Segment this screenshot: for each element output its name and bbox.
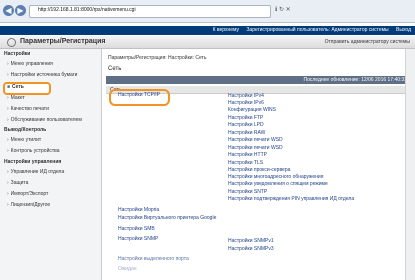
- proxy-link[interactable]: Настройки прокси-сервера: [228, 167, 290, 173]
- ftp-link[interactable]: Настройки FTP: [228, 115, 263, 121]
- wsd-link-1[interactable]: Настройки печати WSD: [228, 137, 283, 143]
- logout-link[interactable]: Выход: [396, 27, 411, 33]
- ipv6-link[interactable]: Настройки IPv6: [228, 100, 264, 106]
- top-bar-links: К верхнему Зарегистрированный пользовате…: [207, 27, 411, 33]
- snmpv1-link[interactable]: Настройки SNMPv1: [228, 238, 274, 244]
- smb-link[interactable]: Настройки SMB: [118, 226, 155, 232]
- back-button[interactable]: ◀: [3, 5, 14, 16]
- raw-link[interactable]: Настройки RAW: [228, 130, 265, 136]
- sleep-notify-link[interactable]: Настройки уведомления о спящем режиме: [228, 181, 328, 187]
- pin-dept-link[interactable]: Настройки подтверждения PIN управления И…: [228, 196, 354, 202]
- sidebar-item-utility-menu[interactable]: › Меню утилит: [7, 137, 41, 143]
- forward-button[interactable]: ▶: [15, 5, 26, 16]
- sidebar-item-device-control[interactable]: › Контроль устройства: [7, 148, 60, 154]
- http-link[interactable]: Настройки HTTP: [228, 152, 267, 158]
- page-title: Параметры/Регистрация: [20, 38, 106, 45]
- settings-gear-icon: [7, 38, 16, 47]
- scrollbar[interactable]: [405, 49, 415, 280]
- last-update-text: Последнее обновление: 12/06 2016 17:40:3…: [303, 77, 407, 83]
- snmpv3-link[interactable]: Настройки SNMPv3: [228, 246, 274, 252]
- to-top-link[interactable]: К верхнему: [213, 27, 239, 33]
- tls-link[interactable]: Настройки TLS: [228, 160, 263, 166]
- sidebar-item-license[interactable]: › Лицензия/Другое: [7, 202, 50, 208]
- sntp-link[interactable]: Настройки SNTP: [228, 189, 267, 195]
- sidebar-item-paper-source[interactable]: › Настройки источника бумаги: [7, 72, 77, 78]
- mopria-link[interactable]: Настройки Mopria: [118, 207, 159, 213]
- google-print-link[interactable]: Настройки Виртуального принтера Google: [118, 215, 216, 221]
- dedicated-port-link[interactable]: Настройки выделенного порта: [118, 256, 189, 262]
- browser-nav-icons[interactable]: ℹ ↻ ✕: [275, 6, 291, 13]
- snmp-link[interactable]: Настройки SNMP: [118, 236, 158, 242]
- sidebar-item-security[interactable]: › Защита: [7, 180, 28, 186]
- sidebar-item-control-menu[interactable]: › Меню управления: [7, 61, 53, 67]
- sidebar-item-dept-id[interactable]: › Управление ИД отдела: [7, 169, 64, 175]
- multicast-link[interactable]: Настройки многоадресного обнаружения: [228, 174, 323, 180]
- section-title: Сеть: [108, 66, 122, 72]
- sidebar-item-user-maintenance[interactable]: › Обслуживание пользователем: [7, 117, 82, 123]
- logged-user-label: Зарегистрированный пользователь: Админис…: [246, 27, 389, 33]
- sidebar-item-network[interactable]: ■ Сеть: [7, 84, 24, 90]
- wsd-link-2[interactable]: Настройки печати WSD: [228, 145, 283, 151]
- partial-link[interactable]: Ожидан: [118, 266, 137, 272]
- breadcrumb: Параметры/Регистрация: Настройки: Сеть: [108, 55, 207, 61]
- send-to-admin-link[interactable]: Отправить администратору системы: [325, 39, 410, 45]
- wins-link[interactable]: Конфигурация WINS: [228, 107, 276, 113]
- sidebar-item-layout[interactable]: › Макет: [7, 95, 25, 101]
- sidebar-group-management: Настройки управления: [4, 159, 62, 165]
- tcpip-settings-link[interactable]: Настройки TCP/IP: [118, 92, 160, 98]
- sidebar-group-output: Вывод/Контроль: [4, 127, 47, 133]
- sidebar-group-settings: Настройки: [4, 51, 31, 57]
- sidebar-item-print-quality[interactable]: › Качество печати: [7, 106, 49, 112]
- sidebar-item-import-export[interactable]: › Импорт/Экспорт: [7, 191, 48, 197]
- ipv4-link[interactable]: Настройки IPv4: [228, 93, 264, 99]
- address-url: http://192.168.1.81:8000/rps/nativemenu.…: [38, 7, 136, 13]
- lpd-link[interactable]: Настройки LPD: [228, 122, 264, 128]
